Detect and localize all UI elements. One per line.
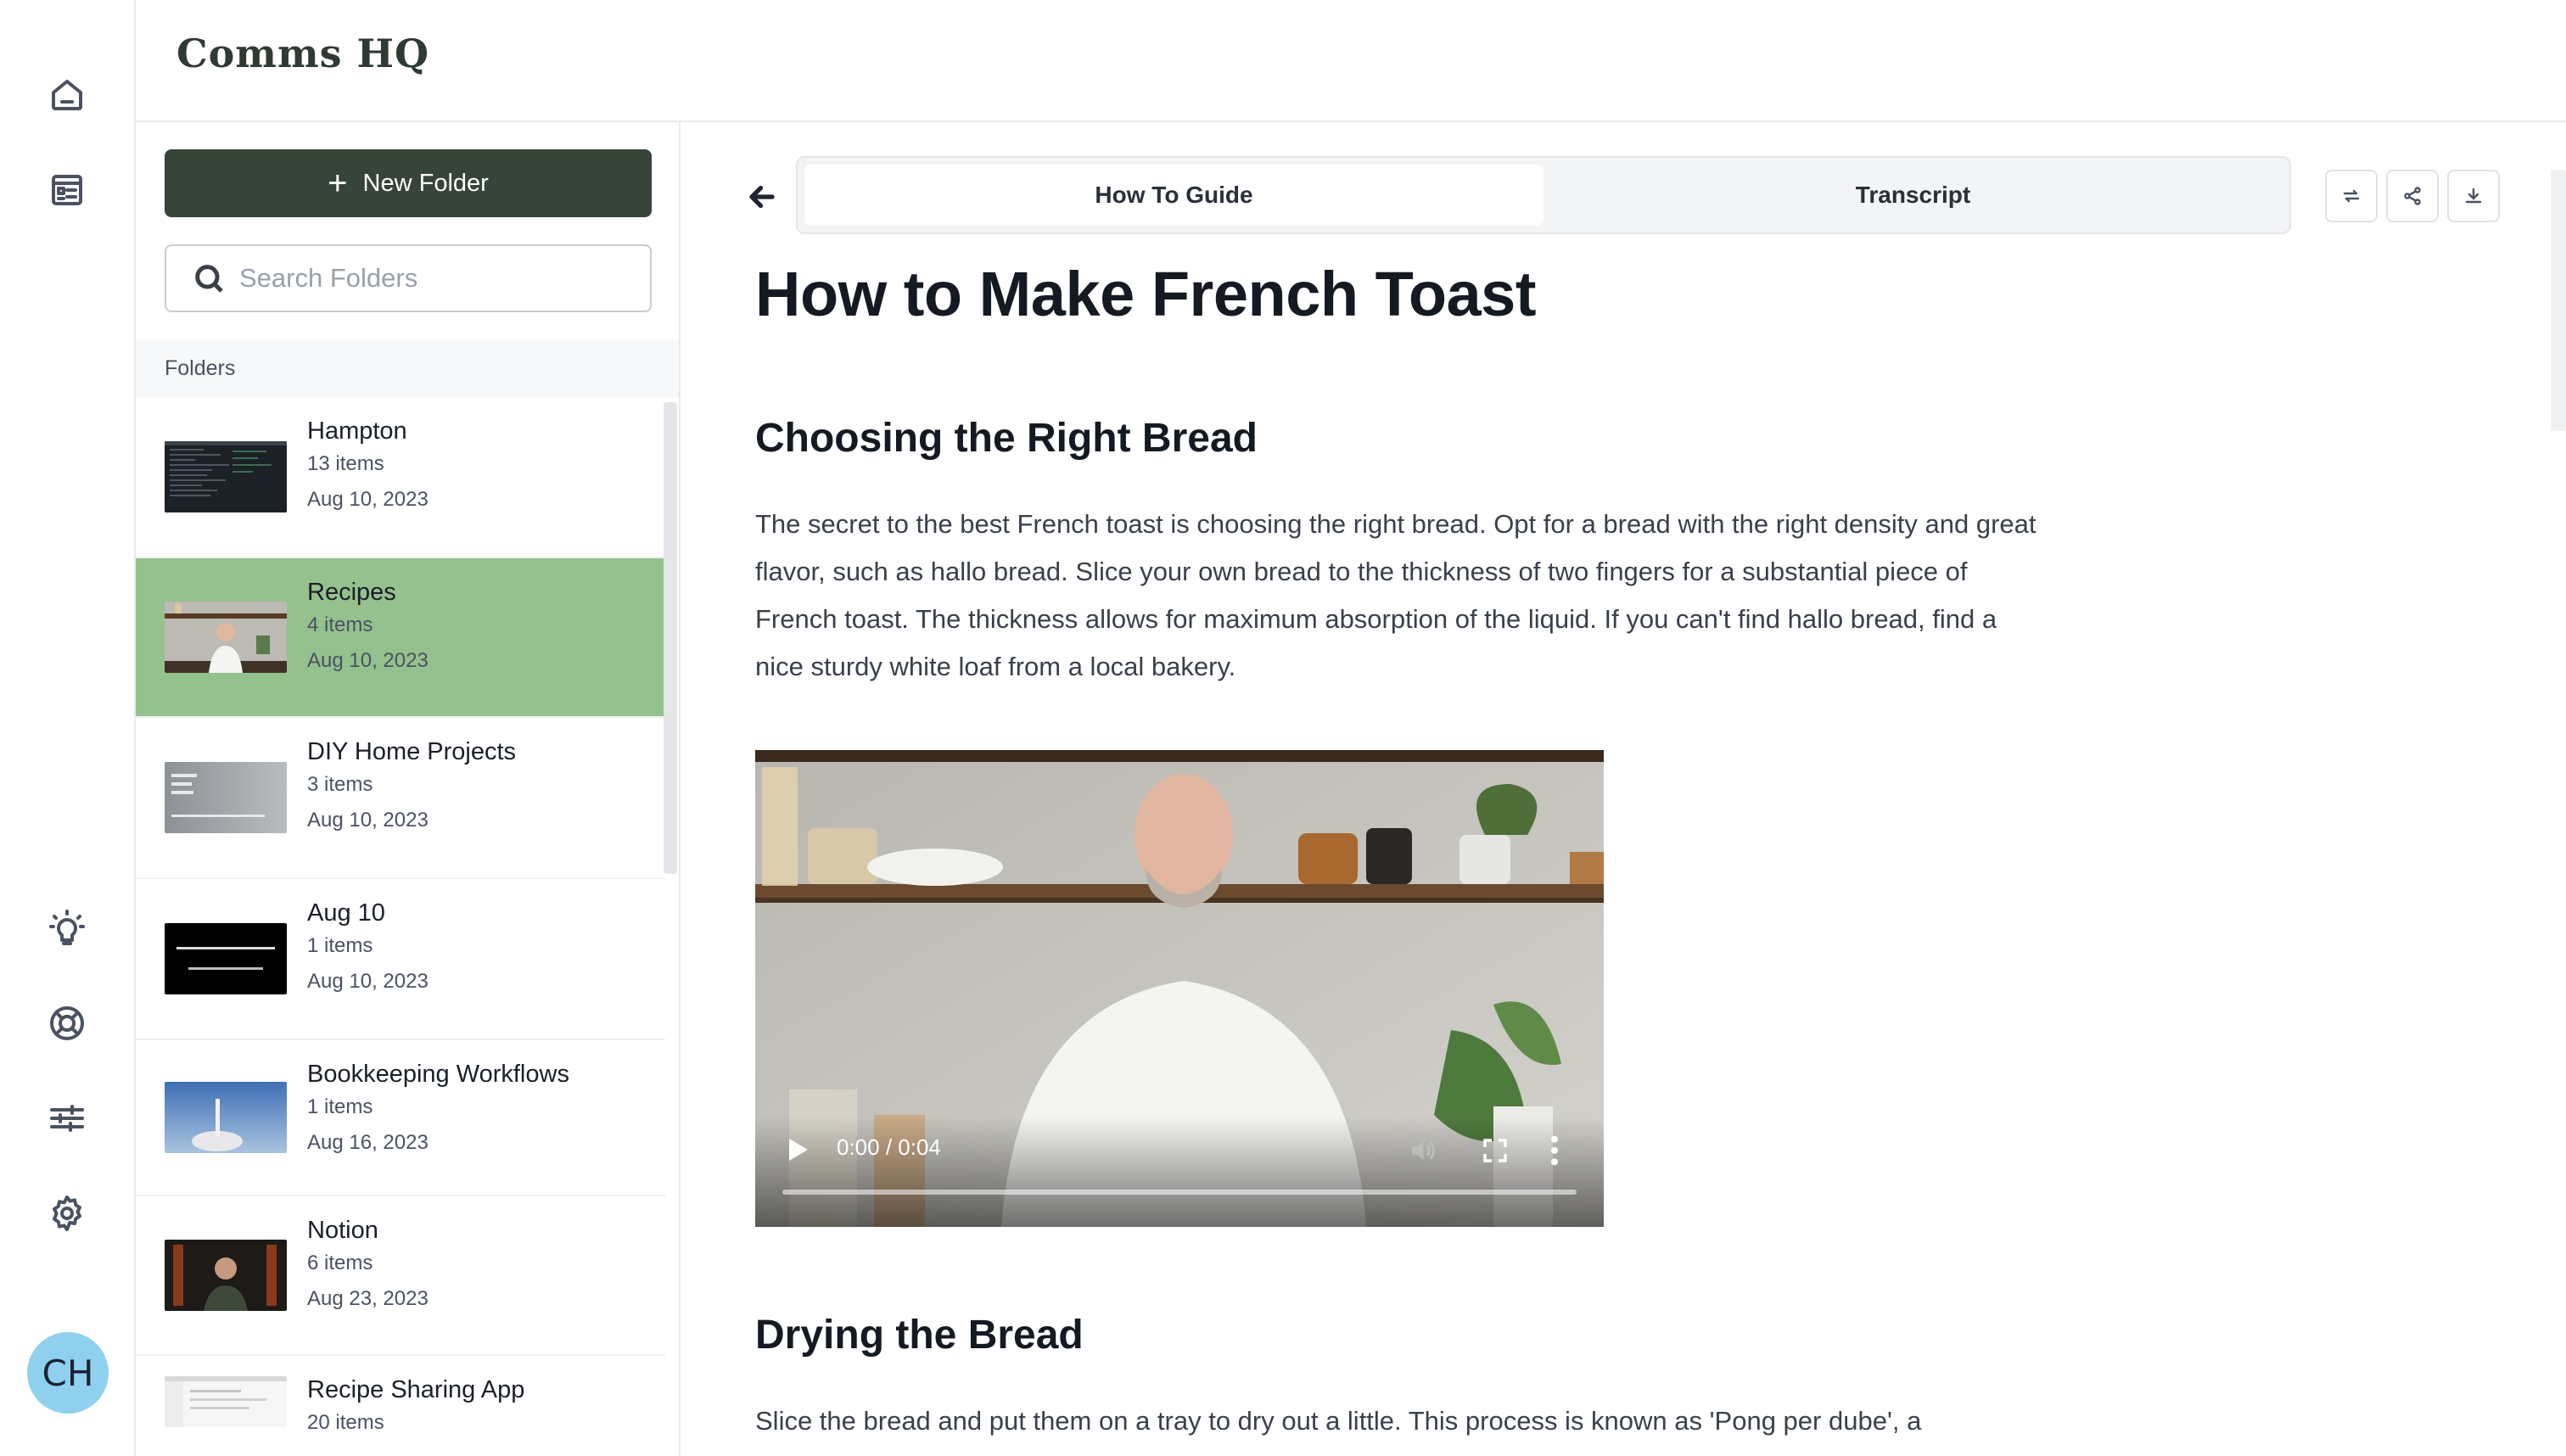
folder-thumbnail bbox=[165, 1240, 287, 1311]
icon-rail: CH bbox=[0, 0, 136, 1456]
view-tabs: How To Guide Transcript bbox=[796, 156, 2291, 234]
folder-item-recipes[interactable]: Recipes 4 items Aug 10, 2023 bbox=[136, 558, 665, 718]
folder-thumbnail bbox=[165, 923, 287, 994]
folder-item-notion[interactable]: Notion 6 items Aug 23, 2023 bbox=[136, 1196, 665, 1356]
folder-name: Recipes bbox=[307, 579, 396, 606]
folder-thumbnail bbox=[165, 1376, 287, 1427]
more-options-icon[interactable] bbox=[1549, 1134, 1560, 1168]
video-time: 0:00 / 0:04 bbox=[837, 1134, 941, 1160]
folder-name: Notion bbox=[307, 1217, 378, 1244]
folder-name: Aug 10 bbox=[307, 899, 385, 927]
folder-date: Aug 16, 2023 bbox=[307, 1131, 429, 1154]
folder-search[interactable] bbox=[165, 244, 652, 312]
share-icon bbox=[2404, 187, 2421, 205]
share-button[interactable] bbox=[2386, 170, 2439, 222]
document-list-icon[interactable] bbox=[43, 166, 91, 214]
folder-name: Recipe Sharing App bbox=[307, 1376, 525, 1403]
section-body: The secret to the best French toast is c… bbox=[755, 509, 2037, 681]
download-icon bbox=[2465, 188, 2482, 204]
content-scrollbar[interactable] bbox=[2551, 170, 2566, 431]
folder-count: 13 items bbox=[307, 452, 384, 475]
folder-thumbnail bbox=[165, 441, 287, 512]
folder-item-bookkeeping-workflows[interactable]: Bookkeeping Workflows 1 items Aug 16, 20… bbox=[136, 1040, 665, 1196]
fullscreen-icon[interactable] bbox=[1482, 1137, 1509, 1164]
refresh-icon bbox=[2343, 189, 2360, 203]
settings-gear-icon[interactable] bbox=[43, 1190, 91, 1237]
video-player[interactable]: 0:00 / 0:04 bbox=[755, 750, 1604, 1227]
tab-transcript[interactable]: Transcript bbox=[1544, 165, 2283, 226]
folder-item-diy-home-projects[interactable]: DIY Home Projects 3 items Aug 10, 2023 bbox=[136, 718, 665, 879]
new-folder-label: New Folder bbox=[362, 169, 489, 197]
arrow-left-icon bbox=[749, 185, 775, 209]
top-header: Comms HQ bbox=[136, 0, 2566, 122]
play-icon[interactable] bbox=[789, 1139, 808, 1161]
folder-count: 6 items bbox=[307, 1252, 373, 1274]
new-folder-button[interactable]: + New Folder bbox=[165, 149, 652, 217]
folder-list: Hampton 13 items Aug 10, 2023 Recipes 4 … bbox=[136, 397, 665, 1456]
folder-list-scrollbar[interactable] bbox=[664, 402, 677, 874]
folder-date: Aug 10, 2023 bbox=[307, 970, 429, 993]
folder-date: Aug 10, 2023 bbox=[307, 649, 429, 672]
section-heading: Choosing the Right Bread bbox=[755, 416, 1258, 461]
home-icon[interactable] bbox=[43, 71, 91, 119]
help-lifebuoy-icon[interactable] bbox=[43, 1000, 91, 1047]
folder-date: Aug 10, 2023 bbox=[307, 809, 429, 832]
document-actions bbox=[2325, 170, 2500, 222]
folder-name: Hampton bbox=[307, 417, 407, 445]
section-body: Slice the bread and put them on a tray t… bbox=[755, 1406, 1922, 1436]
folders-section-label: Folders bbox=[136, 339, 679, 397]
folder-count: 3 items bbox=[307, 773, 373, 796]
folder-date: Aug 10, 2023 bbox=[307, 488, 429, 511]
section-heading: Drying the Bread bbox=[755, 1313, 1084, 1358]
volume-icon[interactable] bbox=[1405, 1135, 1439, 1166]
folder-sidebar: + New Folder Folders Hampton 13 items Au… bbox=[136, 122, 681, 1456]
plus-icon: + bbox=[328, 165, 348, 202]
refresh-button[interactable] bbox=[2325, 170, 2378, 222]
download-button[interactable] bbox=[2447, 170, 2500, 222]
folder-thumbnail bbox=[165, 1082, 287, 1153]
tab-how-to-guide[interactable]: How To Guide bbox=[804, 165, 1544, 226]
folder-name: DIY Home Projects bbox=[307, 738, 517, 765]
folder-count: 1 items bbox=[307, 1095, 373, 1118]
video-controls: 0:00 / 0:04 bbox=[755, 1117, 1604, 1227]
lightbulb-icon[interactable] bbox=[43, 904, 91, 952]
folder-count: 20 items bbox=[307, 1411, 384, 1434]
search-input[interactable] bbox=[239, 263, 638, 294]
folder-thumbnail bbox=[165, 602, 287, 673]
guide-title: How to Make French Toast bbox=[755, 259, 1536, 329]
folder-thumbnail bbox=[165, 762, 287, 833]
folder-item-aug-10[interactable]: Aug 10 1 items Aug 10, 2023 bbox=[136, 879, 665, 1040]
folder-date: Aug 23, 2023 bbox=[307, 1287, 429, 1310]
app-title: Comms HQ bbox=[176, 31, 430, 76]
sliders-icon[interactable] bbox=[43, 1095, 91, 1142]
main-content: How To Guide Transcript How to Make Fren… bbox=[681, 122, 2566, 1456]
search-icon bbox=[195, 265, 223, 293]
guide-document: How to Make French Toast Choosing the Ri… bbox=[755, 258, 2096, 1445]
user-avatar[interactable]: CH bbox=[27, 1332, 109, 1414]
folder-count: 1 items bbox=[307, 934, 373, 957]
folder-name: Bookkeeping Workflows bbox=[307, 1061, 569, 1088]
folder-item-hampton[interactable]: Hampton 13 items Aug 10, 2023 bbox=[136, 397, 665, 558]
folder-count: 4 items bbox=[307, 613, 373, 636]
video-progress-bar[interactable] bbox=[782, 1190, 1577, 1195]
back-button[interactable] bbox=[742, 176, 782, 217]
folder-item-recipe-sharing-app[interactable]: Recipe Sharing App 20 items bbox=[136, 1356, 665, 1456]
